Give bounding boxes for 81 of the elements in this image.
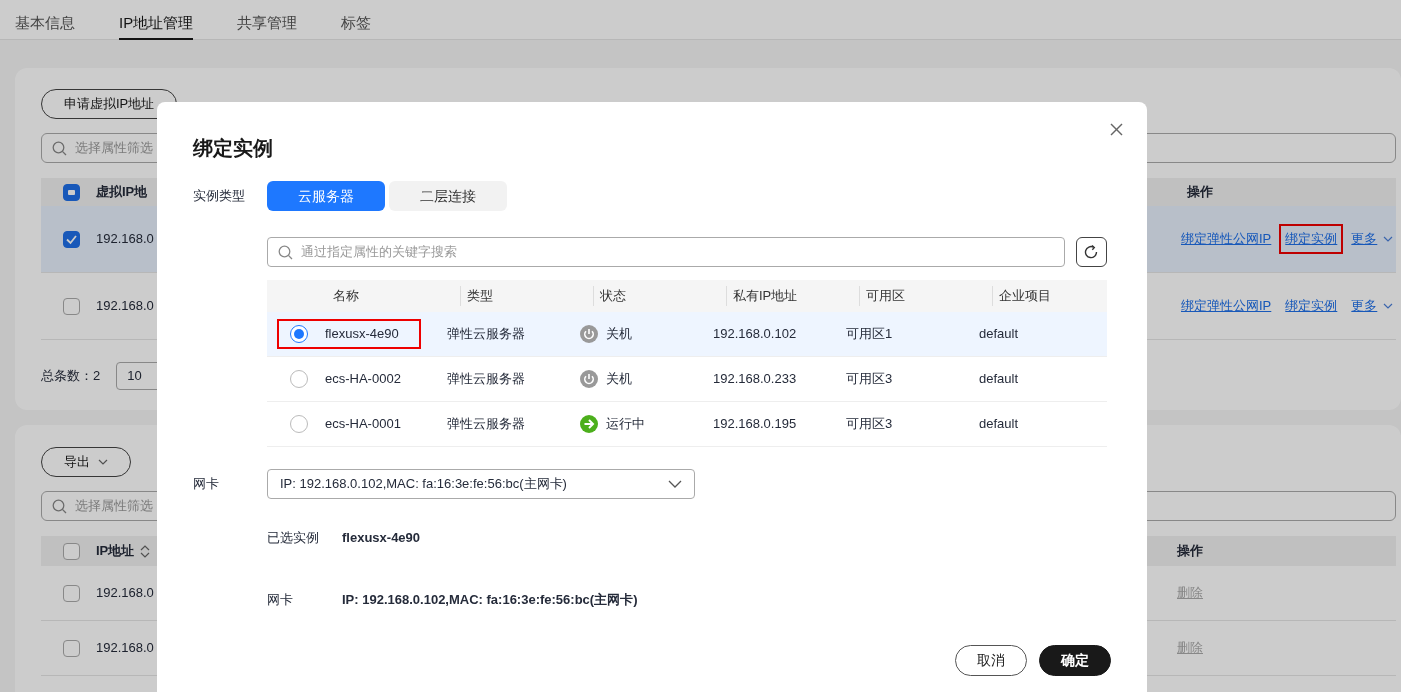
segment-tab[interactable]: 云服务器 — [267, 181, 385, 211]
search-placeholder: 通过指定属性的关键字搜索 — [301, 243, 457, 262]
column-header: 状态 — [600, 288, 626, 304]
search-icon — [52, 498, 67, 514]
type-cell-text: 弹性云服务器 — [446, 370, 526, 389]
table-row[interactable]: ecs-HA-0001 弹性云服务器 运行中 192.168.0.195 可用区3 default — [267, 402, 1107, 447]
segment-tab[interactable]: 二层连接 — [389, 181, 507, 211]
summary-label: 网卡 — [267, 590, 294, 609]
column-header: IP地址 — [96, 542, 135, 561]
cancel-button[interactable]: 取消 — [955, 645, 1027, 676]
header-checkbox[interactable] — [63, 542, 80, 560]
action-link[interactable]: 绑定弹性公网IP — [1175, 224, 1278, 254]
tab[interactable]: 标签 — [341, 0, 372, 40]
zone-cell-text: 可用区3 — [845, 415, 894, 434]
delete-link: 删除 — [1177, 584, 1204, 603]
tab[interactable]: 共享管理 — [237, 0, 298, 40]
table-row[interactable]: flexusx-4e90 弹性云服务器 关机 192.168.0.102 可用区1 default — [267, 312, 1107, 357]
type-cell-text: 弹性云服务器 — [446, 325, 526, 344]
caret-icon — [1383, 236, 1394, 242]
action-link[interactable]: 绑定实例 — [1279, 224, 1344, 254]
caret-icon — [1383, 303, 1394, 309]
column-header: 类型 — [467, 288, 493, 304]
radio-button[interactable] — [290, 325, 308, 343]
status-cell-text: 关机 — [606, 370, 632, 389]
column-header: 私有IP地址 — [733, 288, 798, 304]
row-checkbox[interactable] — [63, 230, 80, 248]
ip-cell-text: 192.168.0 — [96, 639, 154, 658]
refresh-button[interactable] — [1076, 237, 1107, 267]
caret-icon — [98, 459, 108, 465]
type-cell-text: 弹性云服务器 — [446, 415, 526, 434]
summary-value: IP: 192.168.0.102,MAC: fa:16:3e:fe:56:bc(主网卡) — [342, 590, 638, 609]
field-label: 实例类型 — [193, 187, 246, 206]
table-row[interactable]: ecs-HA-0002 弹性云服务器 关机 192.168.0.233 可用区3 default — [267, 357, 1107, 402]
status-cell-text: 关机 — [606, 325, 632, 344]
sort-icon — [139, 543, 152, 559]
radio-button[interactable] — [290, 370, 308, 388]
name-cell-text: ecs-HA-0001 — [324, 415, 402, 434]
column-header: 操作 — [1177, 542, 1204, 561]
action-link[interactable]: 绑定实例 — [1279, 291, 1344, 321]
radio-button[interactable] — [290, 415, 308, 433]
column-header: 名称 — [333, 288, 359, 304]
delete-link: 删除 — [1177, 639, 1204, 658]
search-icon — [278, 244, 293, 260]
refresh-icon — [1084, 245, 1099, 259]
summary-label: 已选实例 — [267, 529, 320, 547]
tab[interactable]: IP地址管理 — [119, 0, 194, 40]
project-cell-text: default — [978, 415, 1020, 434]
name-cell-text: ecs-HA-0002 — [324, 370, 402, 389]
ip-cell-text: 192.168.0.233 — [712, 370, 798, 389]
column-header: 可用区 — [866, 288, 905, 304]
column-header: 虚拟IP地 — [96, 183, 148, 202]
field-label: 网卡 — [193, 475, 220, 494]
action-link[interactable]: 绑定弹性公网IP — [1175, 291, 1278, 321]
summary-value: flexusx-4e90 — [342, 529, 421, 547]
ip-cell-text: 192.168.0.195 — [712, 415, 798, 434]
dialog-title: 绑定实例 — [193, 136, 274, 161]
apply-button[interactable]: 申请虚拟IP地址 — [41, 89, 178, 119]
ip-cell-text: 192.168.0 — [96, 297, 154, 316]
search-placeholder: 选择属性筛选 — [75, 497, 153, 516]
column-header: 企业项目 — [999, 288, 1051, 304]
zone-cell-text: 可用区3 — [845, 370, 894, 389]
close-icon[interactable] — [1110, 123, 1123, 136]
column-header: 操作 — [1187, 183, 1214, 202]
nic-select[interactable]: IP: 192.168.0.102,MAC: fa:16:3e:fe:56:bc(主网卡) — [267, 469, 695, 499]
status-cell-text: 运行中 — [606, 415, 645, 434]
confirm-button[interactable]: 确定 — [1039, 645, 1111, 676]
project-cell-text: default — [978, 325, 1020, 344]
ip-cell-text: 192.168.0 — [96, 230, 154, 249]
search-placeholder: 选择属性筛选 — [75, 139, 153, 158]
chevron-down-icon — [668, 480, 682, 488]
tab[interactable]: 基本信息 — [15, 0, 75, 40]
ip-cell-text: 192.168.0 — [96, 584, 154, 603]
row-checkbox[interactable] — [63, 297, 80, 315]
zone-cell-text: 可用区1 — [845, 325, 894, 344]
ip-cell-text: 192.168.0.102 — [712, 325, 798, 344]
header-checkbox[interactable] — [63, 183, 80, 201]
total-count: 总条数：2 — [41, 367, 101, 385]
name-cell-text: flexusx-4e90 — [324, 325, 400, 344]
project-cell-text: default — [978, 370, 1020, 389]
search-icon — [52, 140, 67, 156]
export-button[interactable]: 导出 — [41, 447, 131, 477]
